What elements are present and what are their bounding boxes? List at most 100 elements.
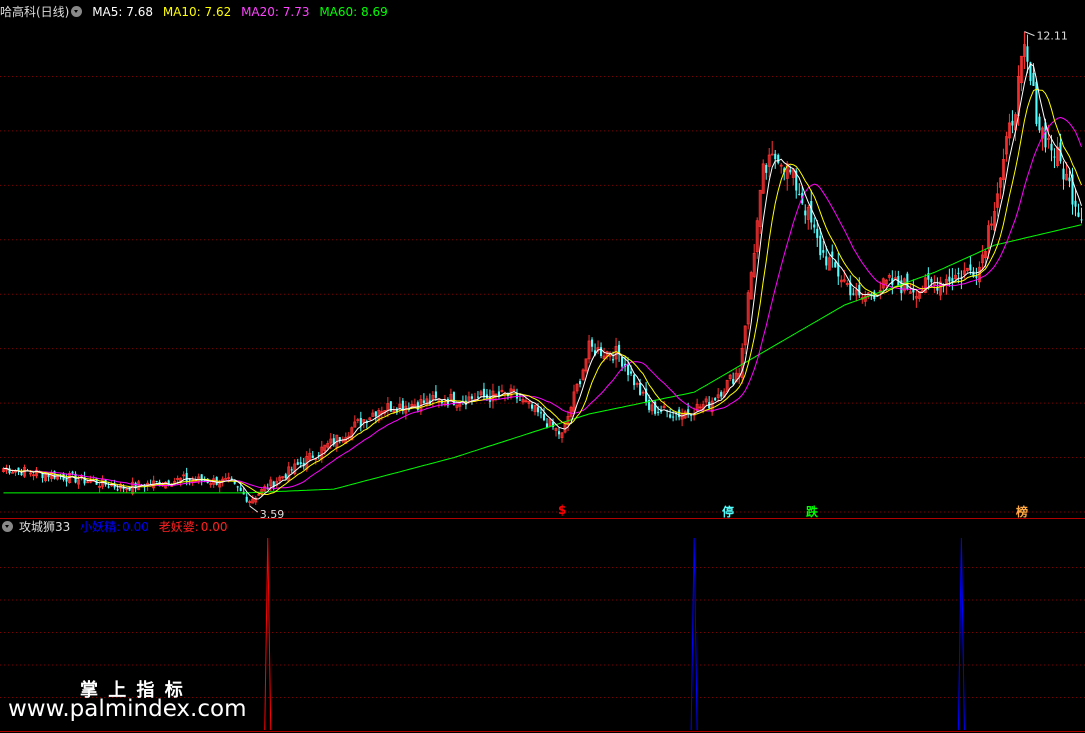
candle-body	[672, 416, 675, 418]
candle-body	[374, 411, 377, 417]
signal-bang: 榜	[1016, 505, 1029, 519]
candle-body	[239, 487, 242, 492]
signal-ting: 停	[722, 505, 735, 519]
candle-body	[825, 256, 828, 266]
candle-body	[224, 478, 228, 480]
candle-body	[633, 374, 636, 386]
candle-body	[612, 359, 615, 361]
candle-body	[65, 478, 68, 482]
laoyao-spike	[264, 537, 272, 731]
candle-body	[834, 262, 837, 268]
candle-body	[1077, 212, 1080, 217]
candle-body	[296, 462, 299, 465]
kline-chart[interactable]: 12.11 3.59	[0, 0, 1085, 733]
candle-body	[798, 193, 801, 195]
candle-body	[1068, 177, 1071, 182]
candle-body	[107, 486, 110, 488]
candle-body	[8, 468, 11, 474]
candle-body	[434, 391, 437, 398]
candle-body	[1053, 156, 1056, 158]
candle-body	[957, 272, 960, 274]
laoyao-value: 0.00	[200, 520, 228, 534]
watermark-url: www.palmindex.com	[8, 696, 247, 722]
candle-body	[1074, 200, 1077, 207]
candle-body	[185, 472, 188, 482]
candle-body	[969, 264, 972, 271]
candle-body	[639, 382, 642, 395]
candle-body	[816, 228, 819, 238]
candle-body	[1032, 72, 1035, 86]
candle-body	[1035, 81, 1038, 124]
candle-body	[687, 409, 690, 413]
indicator-name[interactable]: 攻城狮33	[19, 520, 70, 534]
candle-body	[627, 364, 630, 376]
candle-body	[690, 414, 693, 416]
candle-body	[17, 467, 20, 471]
candle-body	[539, 412, 543, 414]
ma10-legend: MA10: 7.62	[162, 5, 232, 19]
laoyao-label: 老妖婆:	[158, 520, 199, 534]
candle-body	[1038, 116, 1041, 131]
ma20-line	[3, 116, 1082, 489]
candle-body	[47, 474, 50, 478]
main-chart-header: 哈高科(日线) MA5: 7.68 MA10: 7.62 MA20: 7.73 …	[0, 2, 394, 22]
candle-body	[578, 381, 582, 385]
candle-body	[852, 293, 855, 295]
candle-body	[236, 486, 239, 488]
stock-name[interactable]: 哈高科(日线)	[0, 5, 69, 19]
candle-body	[930, 278, 933, 283]
max-price-label: 12.11	[1036, 30, 1068, 43]
candle-body	[1050, 143, 1053, 151]
candle-body	[536, 407, 540, 413]
indicator-header: 攻城狮33 小妖精: 0.00 老妖婆: 0.00	[0, 517, 233, 537]
xiaoyao-spike	[957, 537, 965, 731]
dropdown-icon[interactable]	[71, 6, 83, 17]
candle-body	[720, 392, 723, 397]
candle-body	[630, 371, 633, 374]
candle-body	[621, 356, 624, 367]
ma60-line	[3, 224, 1082, 494]
signal-die: 跌	[806, 505, 819, 519]
candle-body	[518, 399, 522, 401]
candle-body	[657, 411, 660, 413]
ma5-legend: MA5: 7.68	[92, 5, 153, 19]
candle-body	[777, 154, 780, 163]
candle-body	[71, 471, 74, 474]
candle-body	[1011, 120, 1014, 126]
candle-body	[476, 396, 479, 398]
candle-body	[975, 276, 978, 278]
candle-body	[116, 489, 119, 491]
candle-body	[669, 414, 672, 418]
candle-body	[819, 235, 822, 256]
dropdown-icon[interactable]	[2, 521, 13, 532]
candle-body	[1026, 46, 1029, 62]
candle-body	[873, 291, 876, 300]
candle-body	[813, 224, 816, 228]
candle-body	[804, 210, 807, 216]
ma20-legend: MA20: 7.73	[241, 5, 310, 19]
ma60-legend: MA60: 8.69	[319, 5, 388, 19]
candle-body	[822, 250, 825, 253]
candle-body	[311, 455, 314, 459]
candle-body	[810, 201, 813, 223]
candle-body	[545, 423, 549, 428]
signal-dollar: $	[558, 503, 567, 517]
candle-body	[284, 474, 287, 479]
candle-body	[155, 480, 158, 482]
candle-body	[299, 462, 302, 465]
candle-body	[590, 339, 594, 347]
candle-body	[789, 169, 792, 173]
xiaoyao-label: 小妖精:	[80, 520, 121, 534]
candle-body	[774, 153, 777, 160]
candle-body	[482, 388, 485, 397]
candle-body	[557, 431, 561, 435]
candle-body	[732, 379, 735, 384]
max-pointer	[1024, 31, 1035, 37]
candle-body	[245, 496, 248, 502]
candle-body	[530, 404, 534, 409]
candle-body	[600, 347, 603, 357]
candle-body	[1080, 219, 1083, 221]
candle-body	[714, 398, 717, 401]
candle-body	[1062, 168, 1065, 180]
candle-body	[678, 409, 681, 418]
